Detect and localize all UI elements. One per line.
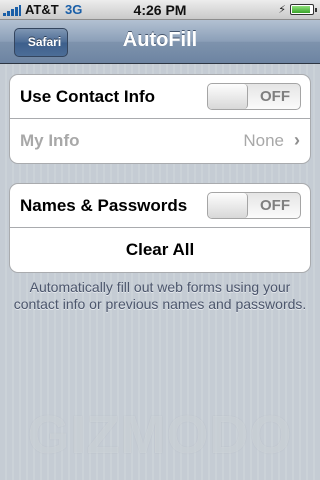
- battery-charging-icon: [290, 4, 317, 15]
- toggle-knob[interactable]: [208, 84, 248, 109]
- my-info-row[interactable]: My Info None ›: [10, 119, 310, 163]
- clear-all-button[interactable]: Clear All: [10, 228, 310, 272]
- my-info-value: None: [243, 131, 284, 150]
- names-passwords-row: Names & Passwords OFF: [10, 184, 310, 228]
- chevron-right-icon: ›: [294, 130, 300, 150]
- watermark: GIZMODO: [27, 405, 293, 465]
- clock: 4:26 PM: [133, 2, 187, 18]
- my-info-label: My Info: [20, 131, 80, 150]
- toggle-state-label: OFF: [260, 197, 290, 214]
- toggle-state-label: OFF: [260, 88, 290, 105]
- use-contact-info-label: Use Contact Info: [20, 87, 156, 106]
- names-passwords-toggle[interactable]: OFF: [207, 192, 301, 219]
- toggle-knob[interactable]: [208, 193, 248, 218]
- autofill-description: Automatically fill out web forms using y…: [13, 279, 307, 312]
- page-title: AutoFill: [122, 29, 198, 51]
- names-passwords-label: Names & Passwords: [20, 196, 188, 215]
- names-passwords-group: Names & Passwords OFF Clear All: [9, 183, 311, 273]
- status-bar: AT&T 3G 4:26 PM ⚡: [0, 0, 320, 20]
- charging-plug-icon: ⚡: [278, 4, 286, 16]
- contact-info-group: Use Contact Info OFF My Info None ›: [9, 74, 311, 164]
- use-contact-info-row: Use Contact Info OFF: [10, 75, 310, 119]
- navigation-bar: Safari AutoFill: [0, 20, 320, 64]
- use-contact-info-toggle[interactable]: OFF: [207, 83, 301, 110]
